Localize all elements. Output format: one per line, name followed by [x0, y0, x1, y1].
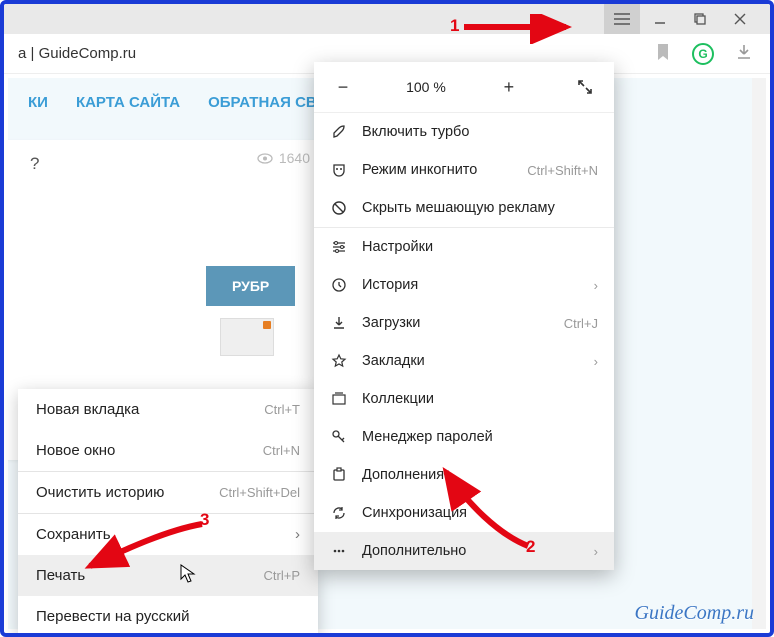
chevron-right-icon: ›: [594, 544, 598, 559]
thumbnail: [220, 318, 274, 356]
sliders-icon: [330, 239, 348, 255]
nav-link[interactable]: ОБРАТНАЯ СВЯ: [208, 94, 327, 111]
submenu-item-clear-history[interactable]: Очистить историю Ctrl+Shift+Del: [18, 472, 318, 513]
download-icon[interactable]: [736, 44, 752, 63]
shortcut-label: Ctrl+Shift+Del: [219, 485, 300, 500]
annotation-number-3: 3: [200, 510, 209, 530]
block-icon: [330, 200, 348, 216]
menu-item-incognito[interactable]: Режим инкогнито Ctrl+Shift+N: [314, 151, 614, 189]
menu-hamburger-button[interactable]: [604, 4, 640, 34]
bookmark-icon[interactable]: [656, 43, 670, 64]
watermark: GuideComp.ru: [635, 602, 754, 625]
key-icon: [330, 429, 348, 445]
window-close-button[interactable]: [720, 4, 760, 34]
scrollbar-track[interactable]: [752, 78, 766, 629]
zoom-controls: − 100 % +: [314, 62, 614, 113]
chevron-right-icon: ›: [594, 354, 598, 369]
window-minimize-button[interactable]: [640, 4, 680, 34]
sync-icon: [330, 505, 348, 521]
submenu-item-new-window[interactable]: Новое окно Ctrl+N: [18, 430, 318, 471]
views-count: 1640: [257, 150, 310, 166]
tab-title: a | GuideComp.ru: [18, 45, 136, 62]
star-icon: [330, 353, 348, 369]
chevron-right-icon: ›: [295, 526, 300, 543]
menu-item-bookmarks[interactable]: Закладки ›: [314, 342, 614, 380]
mask-icon: [330, 162, 348, 178]
grammarly-icon[interactable]: G: [692, 43, 714, 65]
cursor-icon: [180, 564, 196, 589]
category-header: РУБР: [206, 266, 295, 306]
menu-item-collections[interactable]: Коллекции: [314, 380, 614, 418]
fullscreen-button[interactable]: [572, 74, 598, 100]
submenu-item-new-tab[interactable]: Новая вкладка Ctrl+T: [18, 389, 318, 430]
menu-item-turbo[interactable]: Включить турбо: [314, 113, 614, 151]
annotation-number-2: 2: [526, 537, 535, 557]
submenu-item-translate[interactable]: Перевести на русский: [18, 596, 318, 637]
addons-icon: [330, 467, 348, 483]
zoom-in-button[interactable]: +: [496, 74, 522, 100]
menu-item-settings[interactable]: Настройки: [314, 228, 614, 266]
browser-submenu-more: Новая вкладка Ctrl+T Новое окно Ctrl+N О…: [18, 389, 318, 637]
history-icon: [330, 277, 348, 293]
shortcut-label: Ctrl+Shift+N: [527, 163, 598, 178]
chevron-right-icon: ›: [594, 278, 598, 293]
menu-item-history[interactable]: История ›: [314, 266, 614, 304]
collections-icon: [330, 391, 348, 407]
nav-link[interactable]: КИ: [28, 94, 48, 111]
window-maximize-button[interactable]: [680, 4, 720, 34]
nav-link[interactable]: КАРТА САЙТА: [76, 94, 180, 111]
shortcut-label: Ctrl+P: [264, 568, 300, 583]
annotation-arrow-1: [460, 14, 580, 44]
shortcut-label: Ctrl+N: [263, 443, 300, 458]
rocket-icon: [330, 124, 348, 140]
zoom-level: 100 %: [406, 79, 446, 95]
eye-icon: [257, 153, 273, 164]
annotation-arrow-3: [78, 520, 218, 580]
menu-item-hide-ads[interactable]: Скрыть мешающую рекламу: [314, 189, 614, 227]
shortcut-label: Ctrl+J: [564, 316, 598, 331]
annotation-number-1: 1: [450, 16, 459, 36]
window-titlebar: [4, 4, 770, 34]
menu-item-downloads[interactable]: Загрузки Ctrl+J: [314, 304, 614, 342]
more-dots-icon: [330, 543, 348, 559]
zoom-out-button[interactable]: −: [330, 74, 356, 100]
shortcut-label: Ctrl+T: [264, 402, 300, 417]
download-arrow-icon: [330, 315, 348, 331]
menu-item-passwords[interactable]: Менеджер паролей: [314, 418, 614, 456]
